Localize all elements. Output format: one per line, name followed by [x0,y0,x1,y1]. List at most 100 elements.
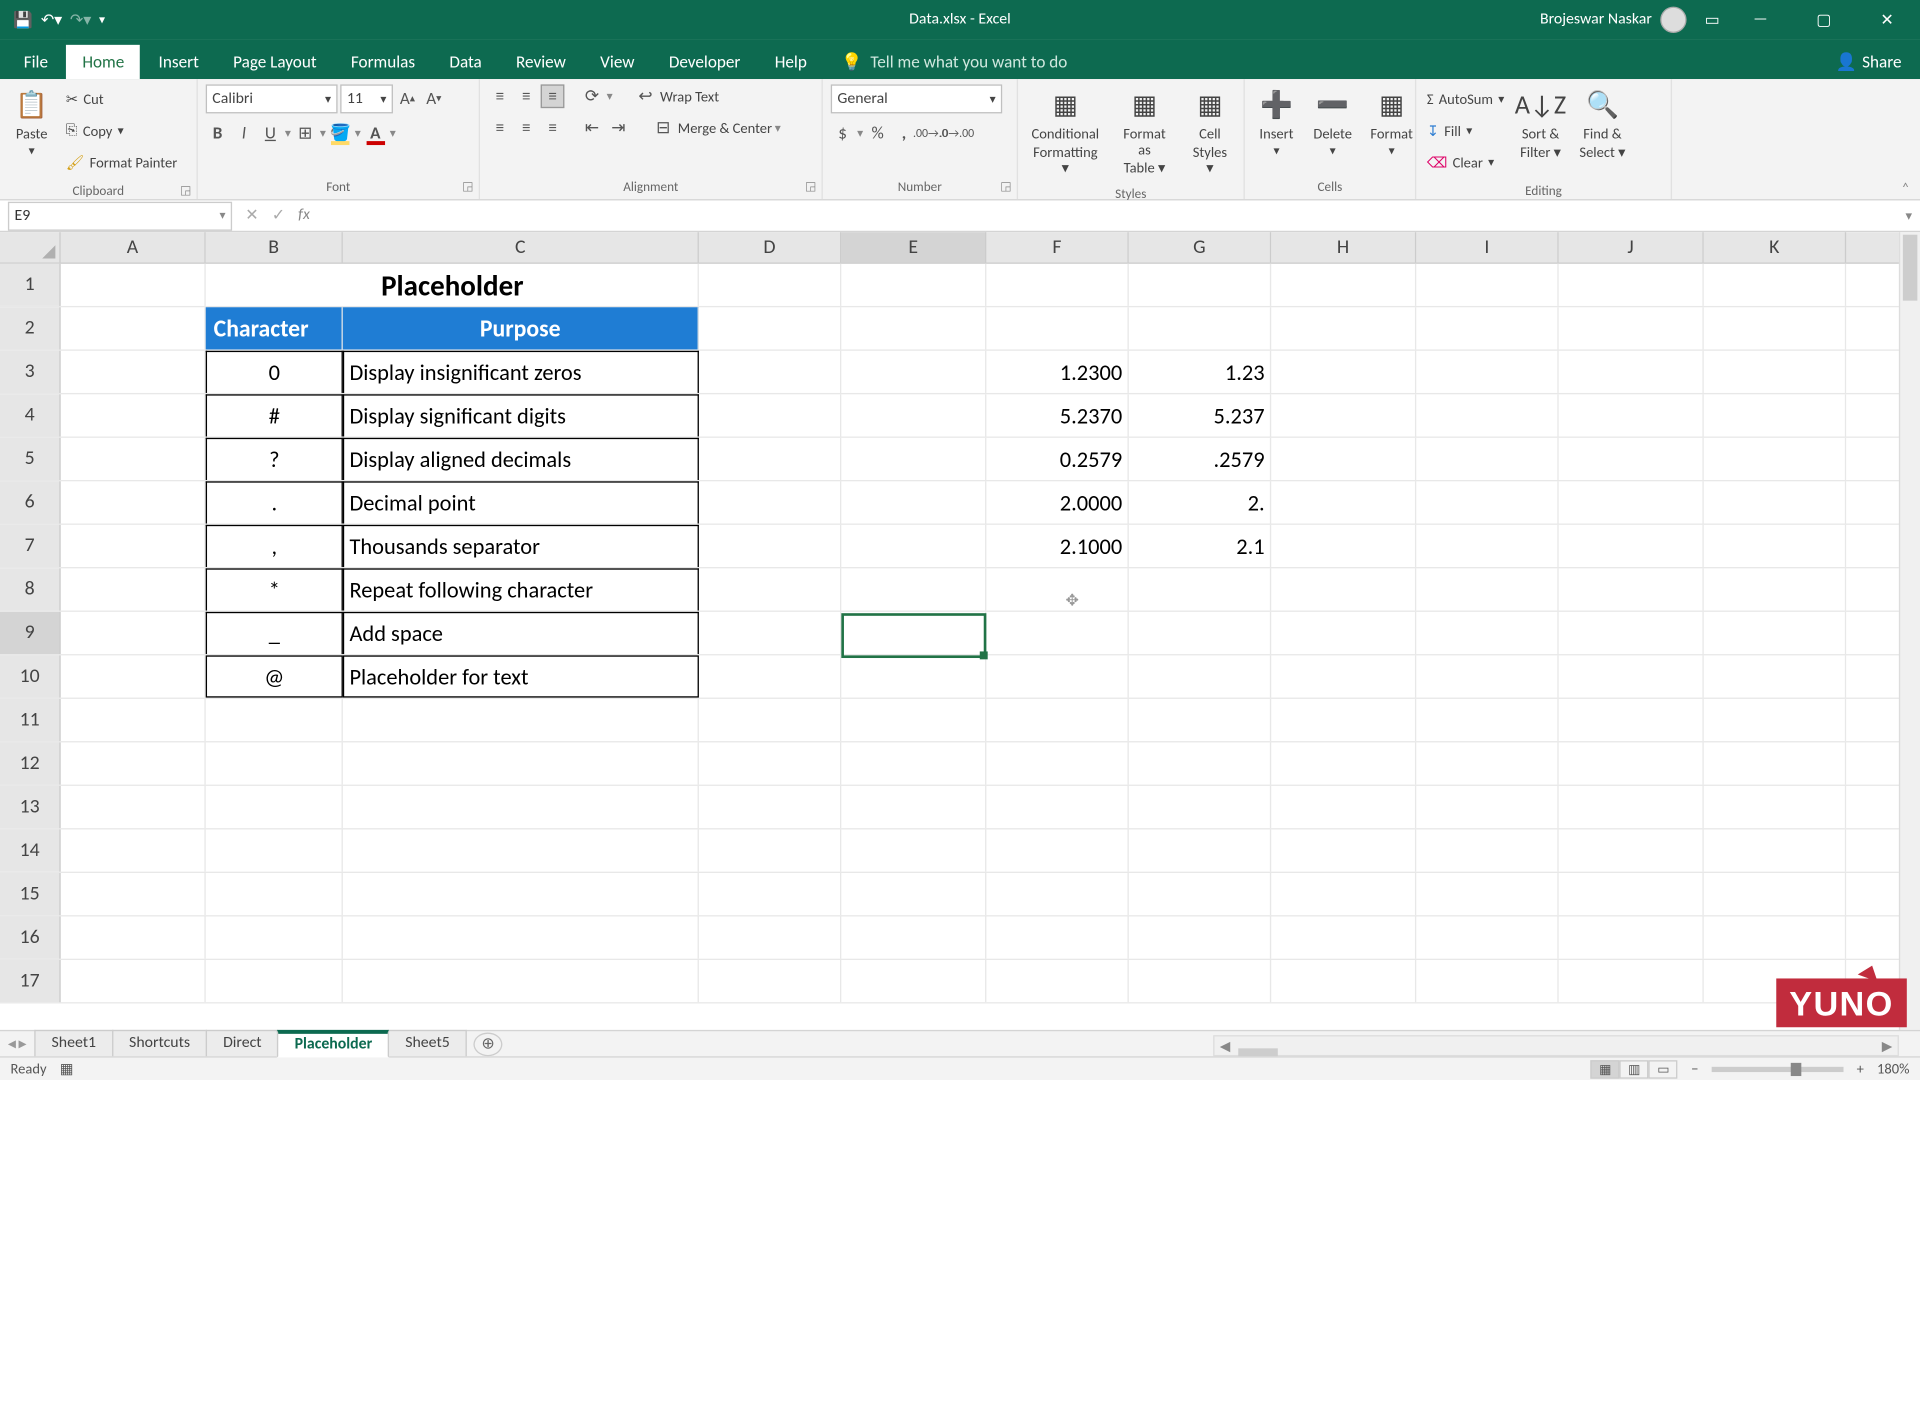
zoom-slider[interactable] [1712,1066,1844,1071]
cell[interactable] [841,612,986,654]
cell[interactable] [699,655,841,697]
cell[interactable] [986,655,1128,697]
cell[interactable] [1704,612,1846,654]
cell[interactable] [206,829,343,871]
tab-help[interactable]: Help [759,45,823,79]
accounting-format-icon[interactable]: $ [831,121,855,145]
number-dialog-icon[interactable]: ◲ [1000,179,1011,194]
font-dialog-icon[interactable]: ◲ [462,179,473,194]
cell[interactable] [699,960,841,1002]
cell[interactable]: 2. [1129,481,1271,523]
cell[interactable] [1559,264,1704,306]
maximize-button[interactable]: ▢ [1801,0,1846,40]
row-header[interactable]: 12 [0,742,61,784]
cell[interactable]: 2.1000 [986,525,1128,567]
cell[interactable]: Thousands separator [343,525,699,567]
col-header-i[interactable]: I [1416,232,1558,262]
cell[interactable] [986,916,1128,958]
cell[interactable] [1416,960,1558,1002]
cell[interactable] [841,960,986,1002]
row-header[interactable]: 3 [0,351,61,393]
col-header-d[interactable]: D [699,232,841,262]
horizontal-scrollbar[interactable]: ◂ ▸ [1213,1035,1899,1056]
cell[interactable] [1416,916,1558,958]
cell[interactable] [1271,829,1416,871]
decrease-decimal-icon[interactable]: .0→.00 [945,121,969,145]
cell[interactable] [1704,307,1846,349]
row-header[interactable]: 6 [0,481,61,523]
decrease-indent-icon[interactable]: ⇤ [580,116,604,140]
cell[interactable]: ? [206,438,343,480]
autosum-button[interactable]: ΣAutoSum▾ [1424,84,1507,113]
cell[interactable]: Purpose [343,307,699,349]
cell[interactable] [61,394,206,436]
view-page-break-icon[interactable]: ▭ [1649,1060,1678,1078]
tab-home[interactable]: Home [66,45,140,79]
cell[interactable] [699,568,841,610]
cell[interactable] [1416,829,1558,871]
cell[interactable] [1129,699,1271,741]
insert-cells-button[interactable]: ➕Insert▾ [1253,84,1300,160]
cell[interactable] [61,960,206,1002]
cell[interactable] [61,307,206,349]
cell[interactable] [1271,960,1416,1002]
cell[interactable]: # [206,394,343,436]
cell[interactable] [206,699,343,741]
formula-input[interactable] [323,202,1905,228]
align-center-icon[interactable]: ≡ [514,116,538,140]
cell[interactable]: 0.2579 [986,438,1128,480]
cell[interactable] [841,742,986,784]
cell[interactable] [1559,960,1704,1002]
cell[interactable] [206,960,343,1002]
cell[interactable]: Placeholder for text [343,655,699,697]
cell[interactable] [699,525,841,567]
cell[interactable] [1271,307,1416,349]
cell[interactable] [1271,612,1416,654]
cell[interactable] [841,829,986,871]
row-header[interactable]: 1 [0,264,61,306]
cell[interactable] [1416,568,1558,610]
cell[interactable] [343,873,699,915]
cell[interactable] [699,786,841,828]
wrap-text-button[interactable]: Wrap Text [660,88,719,105]
row-header[interactable]: 16 [0,916,61,958]
row-header[interactable]: 7 [0,525,61,567]
undo-icon[interactable]: ↶▾ [41,10,62,30]
cell[interactable] [1271,742,1416,784]
number-format-combo[interactable]: General▾ [831,84,1002,113]
align-bottom-icon[interactable]: ≡ [541,84,565,108]
cancel-formula-icon[interactable]: ✕ [245,206,258,226]
align-right-icon[interactable]: ≡ [541,116,565,140]
next-sheet-icon[interactable]: ▸ [19,1034,27,1054]
cell[interactable]: Display significant digits [343,394,699,436]
font-name-combo[interactable]: Calibri▾ [206,84,338,113]
shrink-font-icon[interactable]: A▾ [422,87,446,111]
cell[interactable] [1416,438,1558,480]
cell[interactable] [1129,612,1271,654]
cell[interactable] [1559,568,1704,610]
cell[interactable] [1416,264,1558,306]
cell[interactable] [1416,655,1558,697]
sheet-tab[interactable]: Sheet5 [388,1030,467,1058]
borders-button[interactable]: ⊞ [293,121,317,145]
cell[interactable]: 2.1 [1129,525,1271,567]
cell[interactable] [1559,699,1704,741]
cell[interactable] [699,829,841,871]
cell[interactable] [61,351,206,393]
cell[interactable] [699,742,841,784]
cell[interactable] [1129,829,1271,871]
col-header-e[interactable]: E [841,232,986,262]
cell[interactable] [841,438,986,480]
cell[interactable] [699,699,841,741]
col-header-a[interactable]: A [61,232,206,262]
cell[interactable] [699,394,841,436]
cell[interactable] [1559,655,1704,697]
cell[interactable] [1129,916,1271,958]
cell[interactable] [1129,307,1271,349]
row-header[interactable]: 2 [0,307,61,349]
fill-button[interactable]: ↧Fill▾ [1424,116,1507,145]
cell[interactable] [1704,525,1846,567]
cell[interactable] [1704,699,1846,741]
row-header[interactable]: 17 [0,960,61,1002]
cell[interactable] [1271,568,1416,610]
